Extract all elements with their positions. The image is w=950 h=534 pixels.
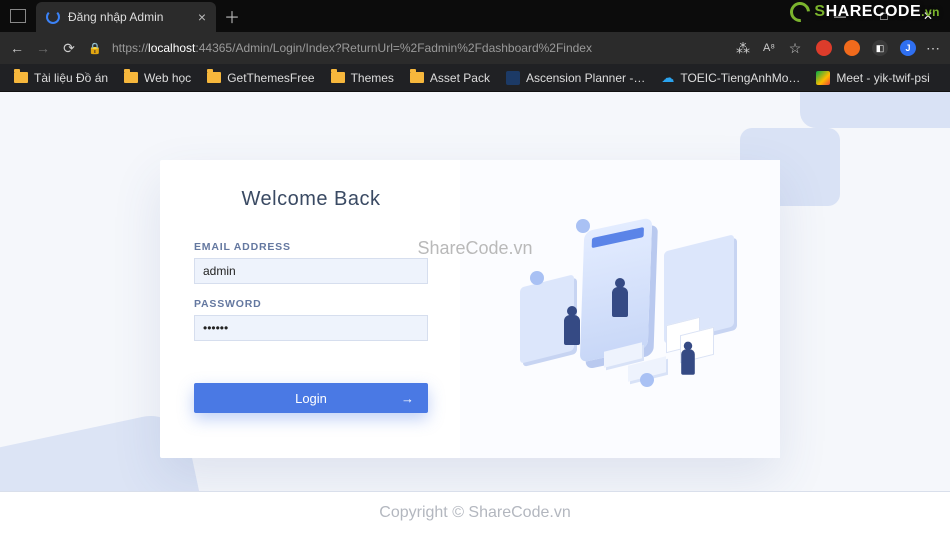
folder-icon <box>14 72 28 83</box>
site-lock-icon[interactable]: 🔒 <box>86 42 104 55</box>
bookmark-label: GetThemesFree <box>227 71 314 85</box>
bookmarks-overflow[interactable]: Các mục yêu thích khác <box>944 69 950 87</box>
address-bar: ← → ⟳ 🔒 https://localhost:44365/Admin/Lo… <box>0 32 950 64</box>
bookmark-label: Ascension Planner -… <box>526 71 645 85</box>
new-tab-button[interactable]: ＋ <box>224 4 240 28</box>
password-field[interactable] <box>194 315 428 341</box>
login-button-label: Login <box>295 391 327 406</box>
bookmark-label: TOEIC-TiengAnhMo… <box>680 71 800 85</box>
folder-icon <box>124 72 138 83</box>
page-viewport: Welcome Back EMAIL ADDRESS PASSWORD Logi… <box>0 92 950 534</box>
bookmark-item[interactable]: ☁ TOEIC-TiengAnhMo… <box>655 68 806 88</box>
extension-icon-4[interactable]: J <box>900 40 916 56</box>
password-label: PASSWORD <box>194 298 428 310</box>
nav-refresh-icon[interactable]: ⟳ <box>60 40 78 57</box>
folder-icon <box>331 72 345 83</box>
login-illustration <box>460 160 780 458</box>
bookmark-item[interactable]: Asset Pack <box>404 69 496 87</box>
bookmark-label: Themes <box>351 71 394 85</box>
extension-icon-2[interactable] <box>844 40 860 56</box>
logo-rest: HARECODE <box>826 3 922 20</box>
url-host: localhost <box>148 41 195 55</box>
bookmark-item[interactable]: Themes <box>325 69 400 87</box>
url-text[interactable]: https://localhost:44365/Admin/Login/Inde… <box>112 41 726 55</box>
tab-title: Đăng nhập Admin <box>68 10 190 24</box>
folder-icon <box>207 72 221 83</box>
bookmark-item[interactable]: Web học <box>118 69 197 87</box>
tab-favicon-spinner-icon <box>46 10 60 24</box>
email-field[interactable] <box>194 258 428 284</box>
login-card: Welcome Back EMAIL ADDRESS PASSWORD Logi… <box>160 160 780 458</box>
bookmark-item[interactable]: GetThemesFree <box>201 69 320 87</box>
url-path: :44365/Admin/Login/Index?ReturnUrl=%2Fad… <box>195 41 592 55</box>
email-label: EMAIL ADDRESS <box>194 241 428 253</box>
bookmark-label: Meet - yik-twif-psi <box>836 71 929 85</box>
site-icon <box>506 71 520 85</box>
folder-icon <box>410 72 424 83</box>
text-size-icon[interactable]: A⁸ <box>760 42 778 54</box>
arrow-right-icon: → <box>401 391 414 406</box>
bookmark-label: Asset Pack <box>430 71 490 85</box>
nav-back-icon[interactable]: ← <box>8 40 26 56</box>
nav-forward-icon[interactable]: → <box>34 40 52 56</box>
bookmarks-bar: Tài liệu Đồ án Web học GetThemesFree The… <box>0 64 950 92</box>
bookmark-item[interactable]: Tài liệu Đồ án <box>8 69 114 87</box>
favorites-star-icon[interactable]: ☆ <box>786 40 804 57</box>
bookmark-item[interactable]: Ascension Planner -… <box>500 69 651 87</box>
cloud-icon: ☁ <box>661 70 674 86</box>
watermark-logo: SHARECODE.vn <box>790 2 940 22</box>
extension-icon-1[interactable] <box>816 40 832 56</box>
extensions-menu-icon[interactable]: ⋯ <box>924 40 942 57</box>
extension-icon-3[interactable]: ◧ <box>872 40 888 56</box>
url-scheme: https:// <box>112 41 148 55</box>
meet-icon <box>816 71 830 85</box>
bookmark-label: Tài liệu Đồ án <box>34 71 108 85</box>
bookmark-label: Web học <box>144 71 191 85</box>
login-button[interactable]: Login → <box>194 383 428 413</box>
bookmark-item[interactable]: Meet - yik-twif-psi <box>810 69 935 87</box>
login-heading: Welcome Back <box>194 188 428 211</box>
logo-vn: .vn <box>921 5 940 19</box>
login-form: Welcome Back EMAIL ADDRESS PASSWORD Logi… <box>160 160 460 458</box>
tab-strip-icon[interactable] <box>10 9 26 23</box>
logo-s: S <box>814 3 825 20</box>
browser-tab[interactable]: Đăng nhập Admin × <box>36 2 216 32</box>
read-aloud-icon[interactable]: ⁂ <box>734 40 752 57</box>
close-tab-icon[interactable]: × <box>198 9 206 25</box>
decorative-shape <box>800 92 950 128</box>
page-footer: Copyright © ShareCode.vn <box>0 491 950 534</box>
